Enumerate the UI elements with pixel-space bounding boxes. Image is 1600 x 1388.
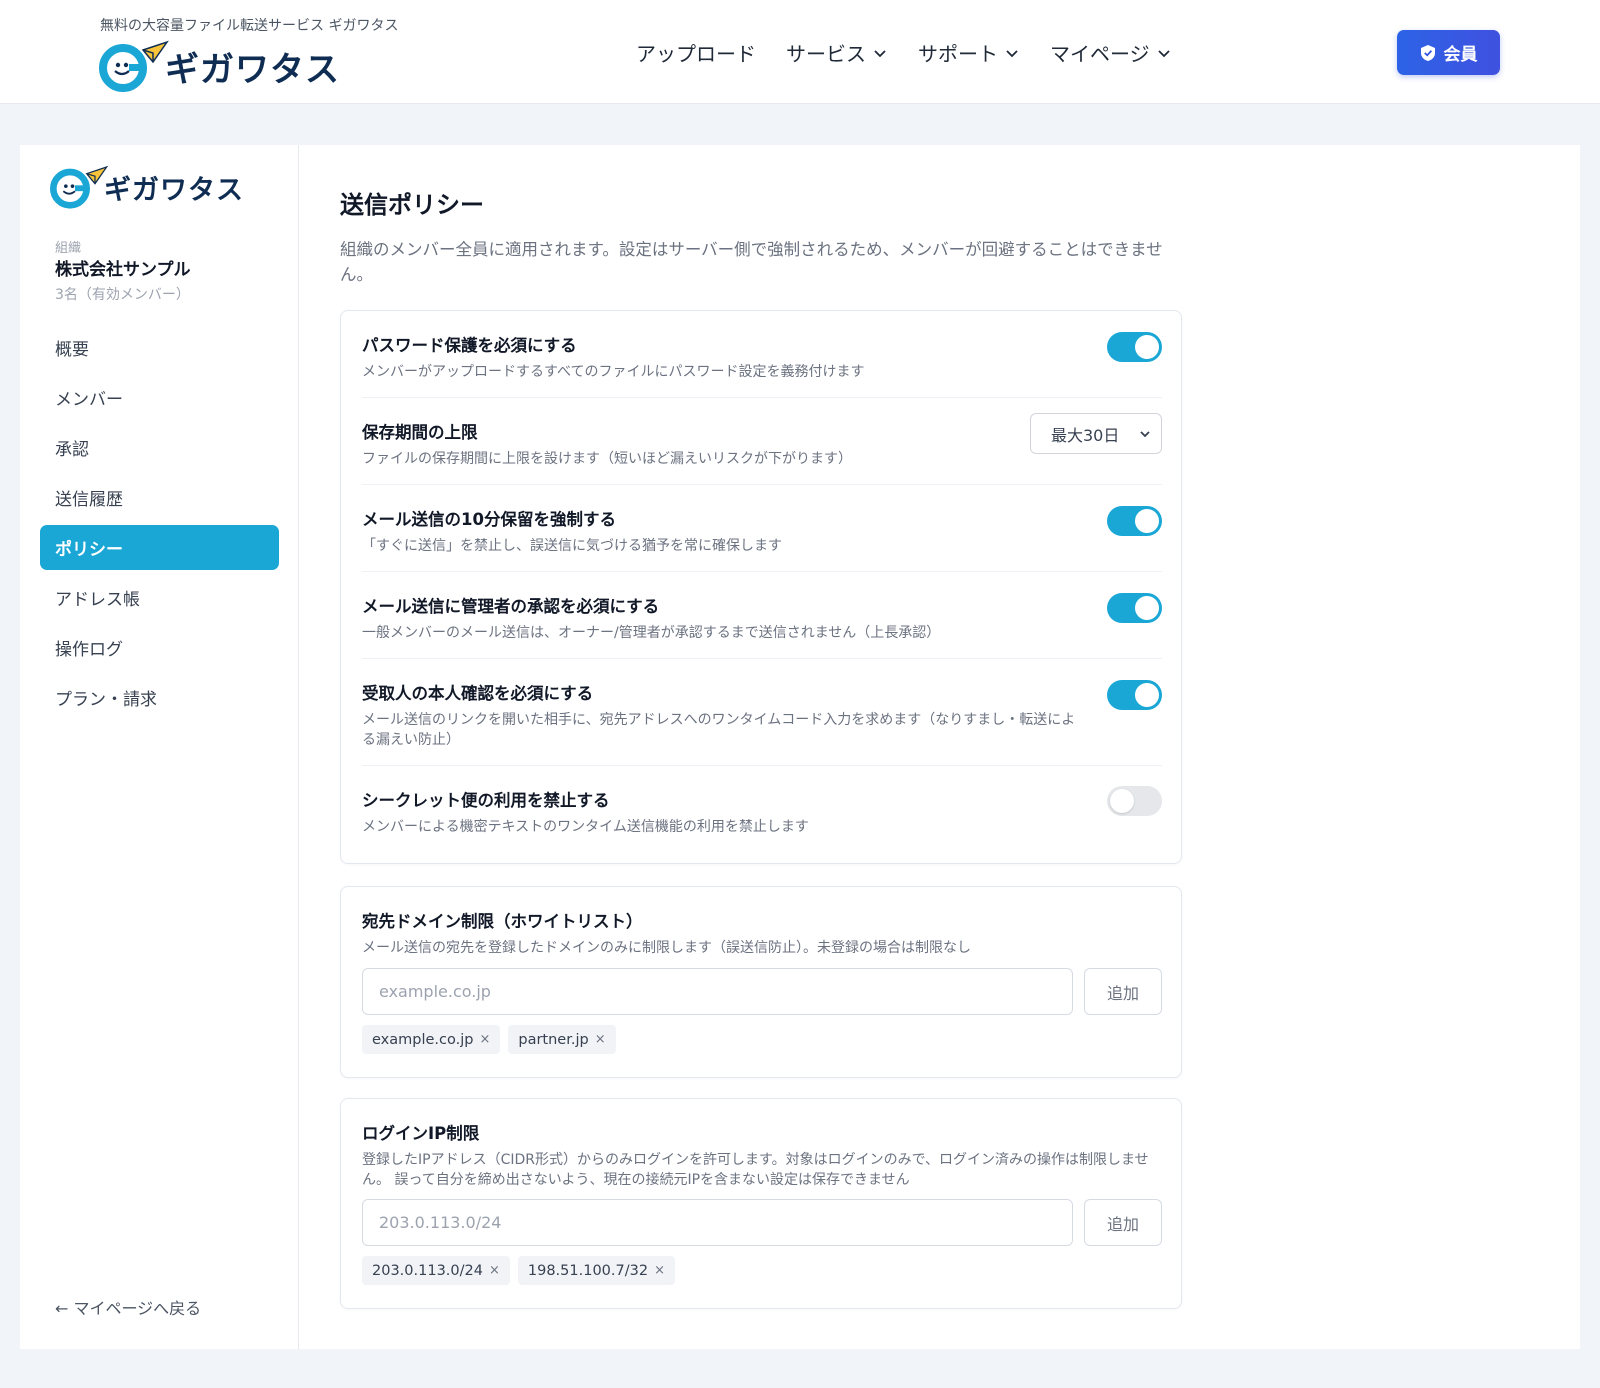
- mail-hold-toggle[interactable]: [1107, 506, 1162, 536]
- sidebar-item-billing[interactable]: プラン・請求: [40, 675, 279, 720]
- chevron-down-icon: [1157, 49, 1170, 57]
- remove-icon[interactable]: ×: [595, 1032, 606, 1047]
- chevron-down-icon: [1006, 49, 1018, 57]
- domain-restriction-desc: メール送信の宛先を登録したドメインのみに制限します（誤送信防止）。未登録の場合は…: [362, 940, 971, 956]
- chevron-down-icon: [874, 49, 886, 57]
- ip-chip-list: 203.0.113.0/24 × 198.51.100.7/32 ×: [362, 1256, 675, 1285]
- policy-row-secret: シークレット便の利用を禁止する メンバーによる機密テキストのワンタイム送信機能の…: [362, 786, 1162, 847]
- policy-row-password: パスワード保護を必須にする メンバーがアップロードするすべてのファイルにパスワー…: [362, 332, 1162, 398]
- logo-icon: [50, 165, 109, 209]
- recipient-verification-toggle[interactable]: [1107, 680, 1162, 710]
- admin-approval-toggle[interactable]: [1107, 593, 1162, 623]
- sidebar-brand-name: ギガワタス: [104, 174, 244, 206]
- domain-chip: partner.jp ×: [508, 1025, 616, 1054]
- site-tagline: 無料の大容量ファイル転送サービス ギガワタス: [100, 18, 399, 34]
- sidebar-item-history[interactable]: 送信履歴: [40, 475, 279, 520]
- policy-row-approval: メール送信に管理者の承認を必須にする 一般メンバーのメール送信は、オーナー/管理…: [362, 593, 1162, 659]
- sidebar-item-overview[interactable]: 概要: [40, 325, 279, 370]
- page-description: 組織のメンバー全員に適用されます。設定はサーバー側で強制されるため、メンバーが回…: [340, 240, 1163, 284]
- policy-row-verification: 受取人の本人確認を必須にする メール送信のリンクを開いた相手に、宛先アドレスへの…: [362, 680, 1162, 766]
- sidebar-item-members[interactable]: メンバー: [40, 375, 279, 420]
- nav-services[interactable]: サービス: [786, 38, 888, 67]
- sidebar-item-approval[interactable]: 承認: [40, 425, 279, 470]
- ip-chip: 198.51.100.7/32 ×: [517, 1256, 675, 1285]
- ip-restriction-card: ログインIP制限 登録したIPアドレス（CIDR形式）からのみログインを許可しま…: [340, 1098, 1182, 1309]
- domain-chip-list: example.co.jp × partner.jp ×: [362, 1025, 616, 1054]
- remove-icon[interactable]: ×: [654, 1263, 665, 1278]
- brand-logo[interactable]: ギガワタス: [99, 40, 340, 92]
- policy-row-hold: メール送信の10分保留を強制する 「すぐに送信」を禁止し、誤送信に気づける猶予を…: [362, 506, 1162, 572]
- sidebar-nav: 概要 メンバー 承認 送信履歴 ポリシー アドレス帳 操作ログ プラン・請求: [40, 325, 279, 725]
- member-button[interactable]: 会員: [1397, 30, 1500, 75]
- logo-icon: [99, 40, 169, 92]
- ip-restriction-desc: 登録したIPアドレス（CIDR形式）からのみログインを許可します。対象はログイン…: [362, 1152, 1149, 1188]
- domain-restriction-title: 宛先ドメイン制限（ホワイトリスト）: [362, 912, 643, 931]
- shield-check-icon: [1420, 44, 1435, 61]
- sidebar-item-address-book[interactable]: アドレス帳: [40, 575, 279, 620]
- secret-disable-toggle[interactable]: [1107, 786, 1162, 816]
- main-nav: アップロード サービス サポート マイページ: [636, 38, 1172, 67]
- chevron-down-icon: [1140, 431, 1150, 438]
- password-required-toggle[interactable]: [1107, 332, 1162, 362]
- nav-mypage[interactable]: マイページ: [1050, 38, 1172, 67]
- retention-select[interactable]: 最大30日: [1030, 413, 1162, 454]
- top-header: 無料の大容量ファイル転送サービス ギガワタス ギガワタス アップロード サービス…: [0, 0, 1600, 104]
- brand-name: ギガワタス: [165, 49, 340, 90]
- ip-restriction-title: ログインIP制限: [362, 1124, 480, 1143]
- org-member-count: 3名（有効メンバー）: [55, 287, 190, 303]
- domain-input[interactable]: example.co.jp: [362, 968, 1073, 1015]
- add-ip-button[interactable]: 追加: [1084, 1199, 1162, 1246]
- nav-support[interactable]: サポート: [918, 38, 1020, 67]
- policy-settings-card: パスワード保護を必須にする メンバーがアップロードするすべてのファイルにパスワー…: [340, 310, 1182, 864]
- sidebar: ギガワタス 組織 株式会社サンプル 3名（有効メンバー） 概要 メンバー 承認 …: [20, 145, 299, 1349]
- org-label: 組織: [55, 241, 82, 256]
- domain-chip: example.co.jp ×: [362, 1025, 501, 1054]
- remove-icon[interactable]: ×: [479, 1032, 490, 1047]
- sidebar-item-policy[interactable]: ポリシー: [40, 525, 279, 570]
- back-to-mypage-link[interactable]: ← マイページへ戻る: [55, 1295, 201, 1319]
- policy-row-retention: 保存期間の上限 ファイルの保存期間に上限を設けます（短いほど漏えいリスクが下がり…: [362, 413, 1162, 485]
- sidebar-brand[interactable]: ギガワタス: [50, 165, 244, 209]
- ip-input[interactable]: 203.0.113.0/24: [362, 1199, 1073, 1246]
- nav-upload[interactable]: アップロード: [636, 38, 756, 67]
- org-name: 株式会社サンプル: [55, 260, 191, 280]
- ip-chip: 203.0.113.0/24 ×: [362, 1256, 510, 1285]
- page-title: 送信ポリシー: [340, 191, 484, 219]
- remove-icon[interactable]: ×: [489, 1263, 500, 1278]
- add-domain-button[interactable]: 追加: [1084, 968, 1162, 1015]
- settings-panel: ギガワタス 組織 株式会社サンプル 3名（有効メンバー） 概要 メンバー 承認 …: [20, 145, 1580, 1349]
- domain-restriction-card: 宛先ドメイン制限（ホワイトリスト） メール送信の宛先を登録したドメインのみに制限…: [340, 886, 1182, 1078]
- sidebar-item-audit-log[interactable]: 操作ログ: [40, 625, 279, 670]
